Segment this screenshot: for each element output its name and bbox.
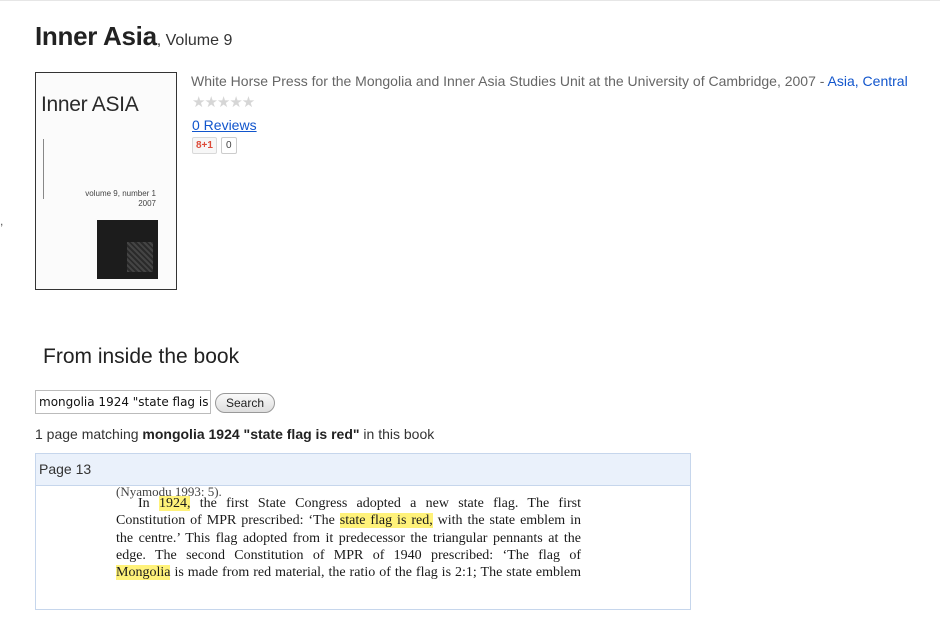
google-plus-widget: 8+1 0	[192, 137, 237, 154]
stray-mark: ,	[0, 214, 4, 228]
snippet-line: edge. The second Constitution of MPR of …	[116, 547, 581, 563]
snippet-cut-line: (Nyamodu 1993: 5).	[116, 484, 222, 499]
cover-rule	[43, 139, 44, 199]
search-button[interactable]: Search	[215, 393, 276, 413]
page-snippet-image: (Nyamodu 1993: 5). In 1924, the first St…	[116, 484, 581, 581]
book-cover[interactable]: Inner ASIA volume 9, number 1 2007	[35, 72, 177, 290]
publisher-text: White Horse Press for the Mongolia and I…	[191, 73, 828, 89]
book-volume: , Volume 9	[156, 32, 233, 49]
cover-year-line: 2007	[138, 199, 156, 208]
cover-emblem-image	[97, 220, 158, 279]
cover-volume-line: volume 9, number 1	[85, 189, 156, 198]
snippet-highlight: state flag is red,	[339, 513, 433, 529]
google-plus-count: 0	[220, 137, 237, 154]
publisher-info: White Horse Press for the Mongolia and I…	[191, 73, 908, 89]
snippet-text: is made from red material, the ratio of …	[170, 565, 581, 581]
reviews-link[interactable]: 0 Reviews	[192, 117, 257, 133]
snippet-line: Mongolia is made from red material, the …	[116, 564, 581, 581]
result-query: mongolia 1924 "state flag is red"	[142, 426, 360, 442]
search-result-card[interactable]: Page 13 (Nyamodu 1993: 5). In 1924, the …	[35, 453, 691, 610]
search-result-summary: 1 page matching mongolia 1924 "state fla…	[35, 426, 434, 442]
result-page-label[interactable]: Page 13	[36, 454, 690, 486]
google-plus-button[interactable]: 8+1	[192, 137, 217, 154]
result-suffix: in this book	[359, 426, 435, 442]
snippet-text: with the state emblem in	[432, 513, 582, 529]
snippet-line: Constitution of MPR prescribed: ‘The sta…	[116, 512, 581, 529]
book-title: Inner Asia	[35, 21, 157, 51]
snippet-highlight: Mongolia	[116, 565, 171, 581]
result-prefix: 1 page matching	[35, 426, 143, 442]
search-input[interactable]: mongolia 1924 "state flag is red"	[35, 390, 211, 414]
cover-volume-text: volume 9, number 1 2007	[85, 189, 156, 209]
snippet-text: the first State Congress adopted a new s…	[190, 496, 581, 511]
star-rating-icon: ★★★★★	[192, 94, 255, 111]
top-divider	[0, 0, 940, 1]
category-link[interactable]: Asia, Central	[828, 73, 908, 89]
inside-book-heading: From inside the book	[43, 345, 240, 368]
snippet-line: the centre.’ This flag adopted from it p…	[116, 530, 581, 546]
cover-title: Inner ASIA	[41, 93, 139, 116]
snippet-text: Constitution of MPR prescribed: ‘The	[116, 513, 340, 529]
book-title-line: Inner Asia, Volume 9	[35, 21, 232, 52]
